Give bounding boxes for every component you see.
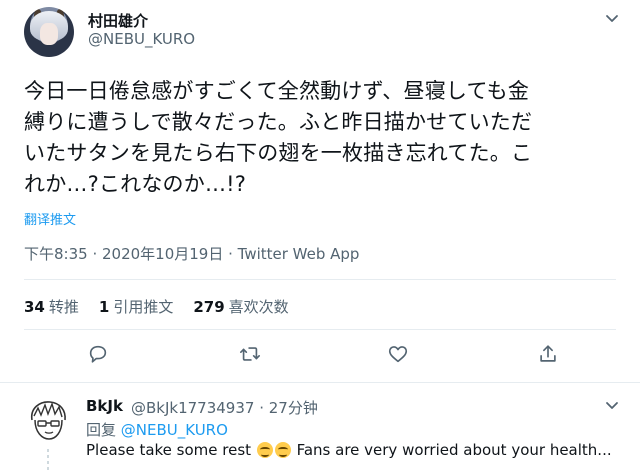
share-button[interactable] bbox=[537, 343, 561, 367]
like-icon bbox=[388, 346, 408, 363]
caret-down-icon[interactable] bbox=[604, 10, 620, 26]
reply-text-start: Please take some rest bbox=[86, 441, 252, 459]
caret-down-icon[interactable] bbox=[604, 397, 620, 413]
like-button[interactable] bbox=[387, 343, 411, 367]
likes-stat[interactable]: 279 喜欢次数 bbox=[193, 296, 288, 317]
avatar-face bbox=[40, 23, 58, 45]
quotes-count: 1 bbox=[98, 298, 110, 316]
reply-button[interactable] bbox=[87, 343, 111, 367]
retweets-label: 转推 bbox=[48, 298, 79, 316]
author-display-name[interactable]: 村田雄介 bbox=[88, 10, 148, 31]
quotes-label: 引用推文 bbox=[113, 298, 174, 316]
reply-icon bbox=[89, 345, 107, 363]
reply-tweet[interactable]: BkJk @BkJk17734937 · 27分钟 回复 @NEBU_KURO … bbox=[0, 382, 640, 471]
relieved-face-emoji-icon bbox=[274, 442, 291, 458]
retweet-button[interactable] bbox=[239, 343, 263, 367]
divider bbox=[24, 329, 616, 330]
tweet-actions bbox=[0, 343, 640, 371]
replying-mention-link[interactable]: @NEBU_KURO bbox=[121, 421, 228, 439]
reply-author-avatar[interactable] bbox=[24, 396, 72, 444]
quotes-stat[interactable]: 1 引用推文 bbox=[99, 296, 173, 317]
retweets-stat[interactable]: 34 转推 bbox=[24, 296, 79, 317]
share-icon bbox=[540, 345, 556, 362]
divider bbox=[24, 279, 616, 280]
reply-author-name[interactable]: BkJk bbox=[86, 397, 123, 415]
likes-count: 279 bbox=[193, 298, 225, 316]
tweet-text-line: いたサタンを見たら右下の翅を一枚描き忘れてた。こ bbox=[24, 141, 533, 165]
tweet-text-line: 縛りに遭うしで散々だった。ふと昨日描かせていただ bbox=[24, 110, 533, 134]
reply-text: Please take some rest Fans are very worr… bbox=[86, 441, 612, 459]
author-avatar[interactable] bbox=[24, 7, 74, 57]
translate-tweet-link[interactable]: 翻译推文 bbox=[24, 209, 76, 228]
tweet-text: 今日一日倦怠感がすごくて全然動けず、昼寝しても金 縛りに遭うしで散々だった。ふと… bbox=[24, 76, 624, 200]
thread-line bbox=[47, 449, 49, 471]
retweet-icon bbox=[240, 347, 260, 361]
likes-label: 喜欢次数 bbox=[228, 298, 289, 316]
tweet-stats: 34 转推 1 引用推文 279 喜欢次数 bbox=[24, 296, 289, 317]
relieved-face-emoji-icon bbox=[256, 442, 273, 458]
replying-to: 回复 @NEBU_KURO bbox=[86, 419, 228, 440]
tweet-timestamp[interactable]: 下午8:35 · 2020年10月19日 · Twitter Web App bbox=[24, 243, 359, 264]
tweet-text-line: 今日一日倦怠感がすごくて全然動けず、昼寝しても金 bbox=[24, 79, 530, 103]
sketch-avatar-icon bbox=[30, 401, 66, 440]
reply-text-end: Fans are very worried about your health.… bbox=[296, 441, 612, 459]
author-handle[interactable]: @NEBU_KURO bbox=[88, 30, 195, 48]
replying-prefix: 回复 bbox=[86, 421, 117, 439]
tweet-text-line: れか…?これなのか…!? bbox=[24, 172, 247, 196]
reply-author-handle-time[interactable]: @BkJk17734937 · 27分钟 bbox=[131, 397, 318, 418]
retweets-count: 34 bbox=[24, 298, 45, 316]
